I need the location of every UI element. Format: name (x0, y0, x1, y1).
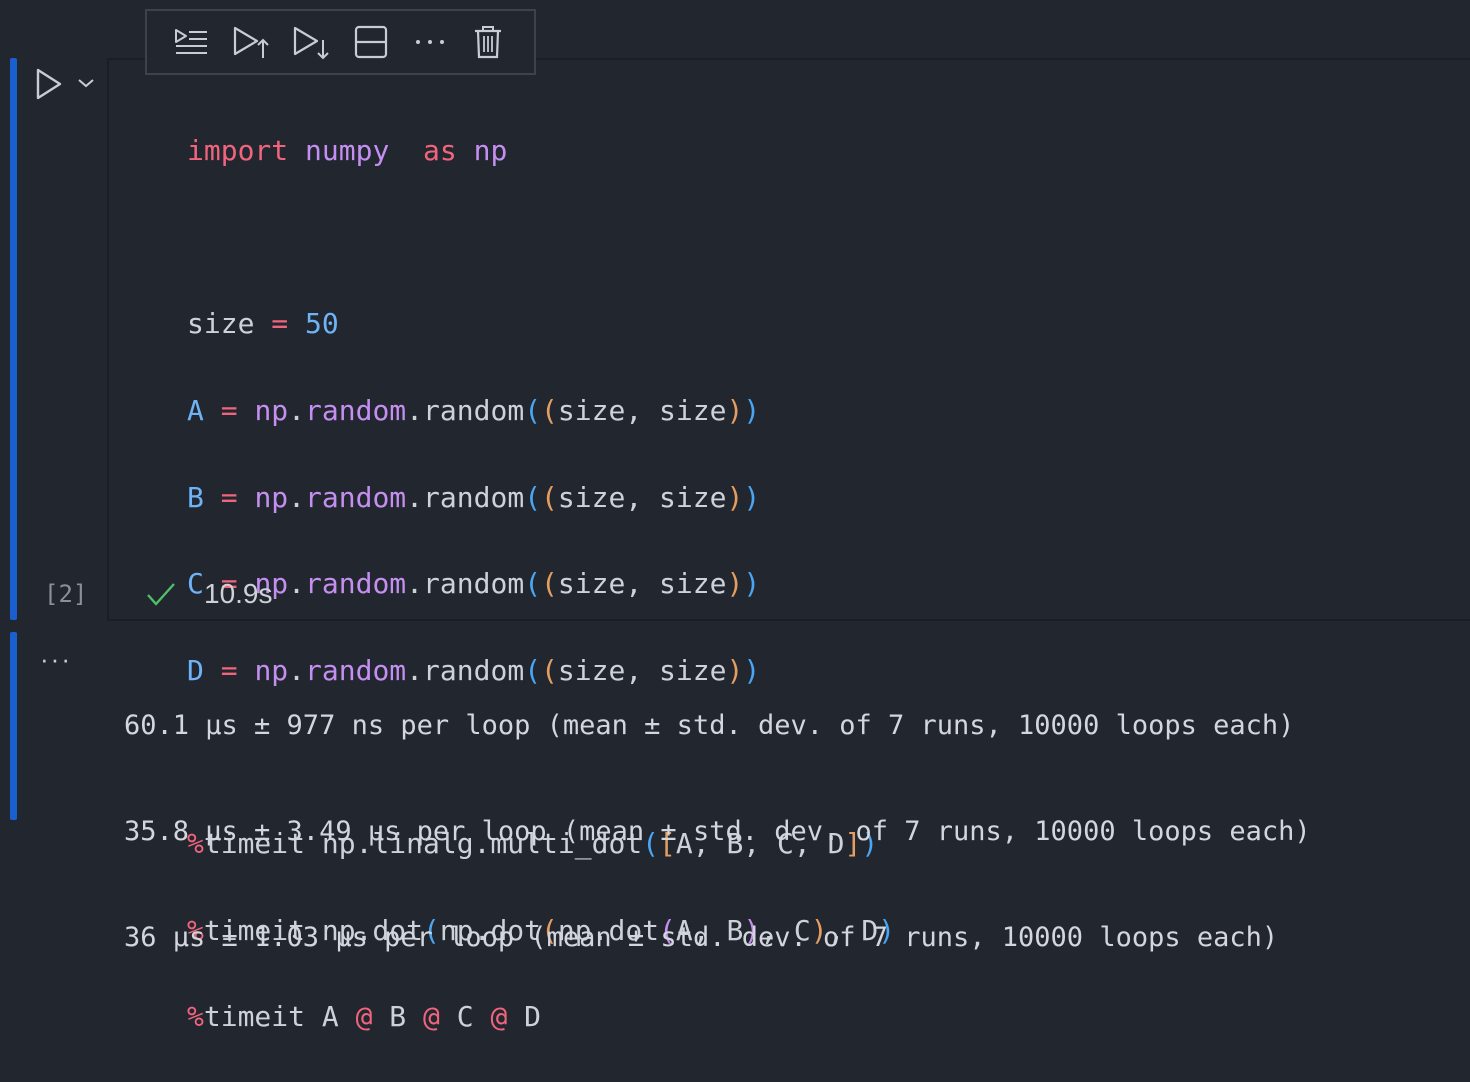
execution-count: [2] (44, 580, 88, 608)
split-cell-icon (354, 25, 388, 59)
trash-icon (475, 26, 501, 59)
code-line: size = 50 (187, 307, 339, 341)
check-icon (147, 583, 175, 606)
run-cell-button[interactable] (30, 64, 66, 104)
run-below-button[interactable] (281, 17, 341, 67)
ellipsis-icon: ··· (40, 644, 72, 674)
more-actions-button[interactable] (401, 17, 459, 67)
execution-status: 10.9s (146, 578, 273, 610)
more-actions-icon (416, 40, 444, 44)
output-line: 35.8 µs ± 3.49 µs per loop (mean ± std. … (124, 816, 1311, 847)
play-icon (36, 68, 62, 100)
code-line: B = np.random.random((size, size)) (187, 480, 761, 514)
run-by-line-button[interactable] (161, 17, 221, 67)
split-cell-button[interactable] (341, 17, 401, 67)
cell-focus-indicator (10, 58, 17, 620)
execution-duration: 10.9s (204, 578, 273, 609)
run-above-button[interactable] (221, 17, 281, 67)
run-options-dropdown[interactable] (74, 70, 98, 96)
run-by-line-icon (175, 29, 207, 54)
delete-cell-button[interactable] (459, 17, 517, 67)
output-actions-button[interactable]: ··· (36, 644, 76, 674)
code-line: import numpy as np (187, 134, 508, 168)
output-focus-indicator (10, 632, 17, 820)
cell-output: 60.1 µs ± 977 ns per loop (mean ± std. d… (124, 646, 1311, 1017)
run-above-icon (233, 26, 269, 58)
output-line: 36 µs ± 1.03 µs per loop (mean ± std. de… (124, 922, 1279, 953)
code-line: A = np.random.random((size, size)) (187, 394, 761, 428)
cell-toolbar (145, 9, 536, 75)
run-below-icon (293, 26, 329, 60)
output-line: 60.1 µs ± 977 ns per loop (mean ± std. d… (124, 710, 1295, 741)
code-line: C = np.random.random((size, size)) (187, 567, 761, 601)
chevron-down-icon (78, 79, 94, 88)
